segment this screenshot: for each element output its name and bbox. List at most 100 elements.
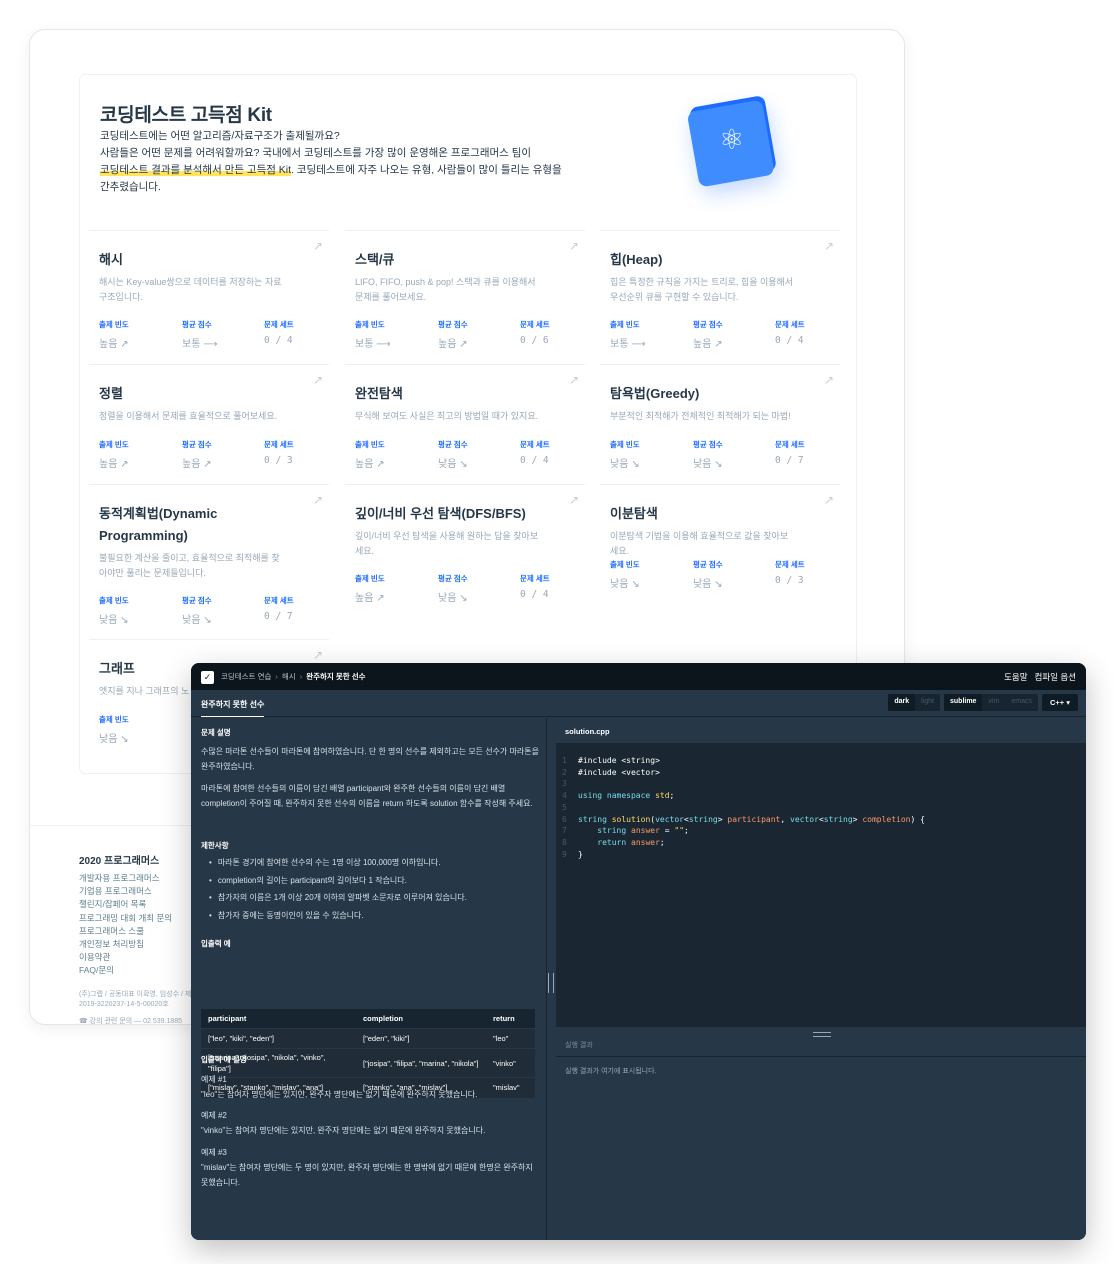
set-value: 0 / 3 — [775, 575, 804, 586]
result-output: 실행 결과가 여기에 표시됩니다. — [565, 1068, 657, 1075]
score-value: 낮음 ↘ — [182, 615, 212, 626]
theme-dark-button[interactable]: dark — [888, 694, 916, 711]
freq-label: 출제 빈도 — [610, 320, 640, 329]
chevron-right-icon: › — [299, 672, 303, 681]
code-content[interactable]: 1 #include <string> 2 #include <vector> 3 … — [562, 755, 925, 860]
set-stat: 문제 세트 0 / 6 — [520, 319, 550, 346]
freq-value: 낮음 ↘ — [610, 459, 640, 470]
footer-link[interactable]: 개발자용 프로그래머스 — [79, 872, 172, 885]
freq-stat: 출제 빈도높음 ↗ — [355, 439, 385, 470]
category-desc: 부분적인 최적해가 전체적인 최적해가 되는 마법! — [610, 411, 791, 421]
tab-problem[interactable]: 완주하지 못한 선수 — [201, 699, 265, 717]
freq-value: 높음 ↗ — [355, 459, 385, 470]
kit-desc-line: 간추렸습니다. — [100, 181, 161, 193]
trend-icon: ↘ — [631, 579, 640, 590]
example-2: 예제 #2 "vinko"는 참여자 명단에는 있지만, 완주자 명단에는 없기 … — [201, 1108, 539, 1138]
freq-label: 출제 빈도 — [99, 715, 129, 724]
theme-light-button[interactable]: light — [915, 694, 940, 711]
programmers-logo-icon[interactable]: ✓ — [201, 671, 214, 684]
example-title: 예제 #2 — [201, 1111, 227, 1120]
freq-label: 출제 빈도 — [355, 440, 385, 449]
category-card[interactable]: ↗ 깊이/너비 우선 탐색(DFS/BFS) 깊이/너비 우선 탐색을 사용해 원하… — [345, 484, 585, 604]
category-card[interactable]: ↗ 힙(Heap) 힙은 특정한 규칙을 가지는 트리로, 힙을 이용해서 우선순위… — [600, 230, 840, 350]
freq-stat: 출제 빈도 높음 ↗ — [99, 319, 129, 350]
footer-link[interactable]: 이용약관 — [79, 951, 172, 964]
keymap-toggle: sublime vim emacs — [944, 694, 1038, 711]
keymap-emacs-button[interactable]: emacs — [1005, 694, 1038, 711]
help-link[interactable]: 도움말 — [1004, 672, 1027, 682]
set-stat: 문제 세트 0 / 4 — [775, 319, 805, 346]
freq-label: 출제 빈도 — [610, 440, 640, 449]
score-value: 낮음 ↘ — [438, 459, 468, 470]
kit-desc-rest: . 코딩테스트에 자주 나오는 유형, 사람들이 많이 틀리는 유형을 — [291, 164, 562, 176]
trend-icon: ⟶ — [203, 339, 218, 350]
footer-link[interactable]: 개인정보 처리방침 — [79, 938, 172, 951]
io-cell: ["leo", "kiki", "eden"] — [201, 1028, 356, 1049]
category-card[interactable]: ↗ 완전탐색 무식해 보여도 사실은 최고의 방법일 때가 있지요. 출제 빈도 높음 … — [345, 364, 585, 484]
io-title: 입출력 예 — [201, 939, 231, 948]
topbar-actions: 도움말 컴파일 옵션 — [997, 671, 1076, 683]
trend-icon: ↗ — [376, 459, 385, 470]
category-card[interactable]: ↗ 동적계획법(Dynamic Programming) 불필요한 계산을 줄이고,… — [89, 484, 329, 634]
category-card[interactable]: ↗ 해시 해시는 Key-value쌍으로 데이터를 저장하는 자료구조입니다. 출제… — [89, 230, 329, 350]
score-value: 보통 ⟶ — [182, 339, 218, 350]
score-stat: 평균 점수 높음 ↗ — [693, 319, 723, 350]
trend-icon: ↘ — [120, 615, 129, 626]
external-link-icon: ↗ — [312, 239, 323, 253]
example-text: "mislav"는 참여자 명단에는 두 명이 있지만, 완주자 명단에는 한 … — [201, 1163, 533, 1187]
result-resize-handle[interactable] — [813, 1032, 831, 1037]
crumb-practice[interactable]: 코딩테스트 연습 — [221, 672, 271, 681]
set-label: 문제 세트 — [520, 320, 550, 329]
limit-item: completion의 길이는 participant의 길이보다 1 작습니다… — [209, 872, 539, 890]
trend-icon: ↗ — [120, 339, 129, 350]
score-stat: 평균 점수 높음 ↗ — [438, 319, 468, 350]
freq-stat: 출제 빈도 낮음 ↘ — [99, 595, 129, 626]
set-stat: 문제 세트 0 / 3 — [264, 439, 294, 466]
kit-desc-line: 코딩테스트에는 어떤 알고리즘/자료구조가 출제될까요? — [100, 130, 340, 142]
category-card[interactable]: ↗ 스택/큐 LIFO, FIFO, push & pop! 스택과 큐를 이용해서… — [345, 230, 585, 350]
category-desc: 해시는 Key-value쌍으로 데이터를 저장하는 자료구조입니다. — [99, 277, 282, 302]
limit-title: 제한사항 — [201, 841, 229, 850]
set-label: 문제 세트 — [775, 560, 805, 569]
set-label: 문제 세트 — [520, 574, 550, 583]
set-label: 문제 세트 — [264, 320, 294, 329]
set-stat: 문제 세트 0 / 4 — [264, 319, 294, 346]
score-value: 낮음 ↘ — [693, 459, 723, 470]
footer-link[interactable]: 프로그래밍 대회 개최 문의 — [79, 912, 172, 925]
freq-stat: 출제 빈도 낮음 ↘ — [99, 714, 129, 745]
kit-desc-line: 사람들은 어떤 문제를 어려워할까요? 국내에서 코딩테스트를 가장 많이 운영… — [100, 147, 532, 159]
category-desc: 이분탐색 기법을 이용해 효율적으로 값을 찾아보세요. — [610, 531, 789, 556]
keymap-sublime-button[interactable]: sublime — [944, 694, 983, 711]
compile-options-link[interactable]: 컴파일 옵션 — [1035, 672, 1076, 682]
footer-link[interactable]: 챌린지/잡페어 목록 — [79, 898, 172, 911]
example-title: 예제 #1 — [201, 1075, 227, 1084]
code-editor[interactable]: 1 #include <string> 2 #include <vector> 3 … — [556, 743, 1086, 1027]
footer-link[interactable]: 기업용 프로그래머스 — [79, 885, 172, 898]
footer-link[interactable]: FAQ/문의 — [79, 964, 172, 977]
breadcrumb: 코딩테스트 연습 › 해시 › 완주하지 못한 선수 — [221, 671, 366, 682]
category-card[interactable]: ↗ 정렬 정렬을 이용해서 문제를 효율적으로 풀어보세요. 출제 빈도 높음 ↗ 평균 … — [89, 364, 329, 484]
panel-splitter-handle[interactable] — [548, 973, 554, 993]
category-name: 힙(Heap) — [610, 252, 663, 267]
desc-para-2: 마라톤에 참여한 선수들의 이름이 담긴 배열 participant와 완주한… — [201, 784, 533, 808]
category-name: 탐욕법(Greedy) — [610, 386, 700, 401]
category-card[interactable]: ↗ 탐욕법(Greedy) 부분적인 최적해가 전체적인 최적해가 되는 마법! 출제… — [600, 364, 840, 484]
io-header-cell: return — [486, 1009, 535, 1029]
category-name: 정렬 — [99, 386, 123, 401]
language-select[interactable]: C++ ▾ — [1041, 694, 1078, 711]
footer-corp: (주)그렙 / 공동대표 이확영, 임성수 / 제2019-3220237-14… — [79, 991, 192, 1008]
set-value: 0 / 4 — [520, 589, 549, 600]
score-stat: 평균 점수 낮음 ↘ — [438, 573, 468, 604]
trend-icon: ↘ — [714, 459, 723, 470]
keymap-vim-button[interactable]: vim — [982, 694, 1005, 711]
freq-value: 낮음 ↘ — [99, 615, 129, 626]
category-desc: 깊이/너비 우선 탐색을 사용해 원하는 답을 찾아보세요. — [355, 531, 539, 556]
score-stat: 평균 점수 높음 ↗ — [182, 439, 212, 470]
ide-tabbar: 완주하지 못한 선수 dark light sublime vim emacs … — [191, 690, 1086, 717]
score-value: 높음 ↗ — [693, 339, 723, 350]
crumb-hash[interactable]: 해시 — [282, 672, 296, 681]
footer-link[interactable]: 프로그래머스 스쿨 — [79, 925, 172, 938]
score-stat: 평균 점수 낮음 ↘ — [182, 595, 212, 626]
category-card[interactable]: ↗ 이분탐색 이분탐색 기법을 이용해 효율적으로 값을 찾아보세요. 출제 빈도 낮음… — [600, 484, 840, 604]
category-name: 동적계획법(Dynamic Programming) — [99, 506, 218, 543]
